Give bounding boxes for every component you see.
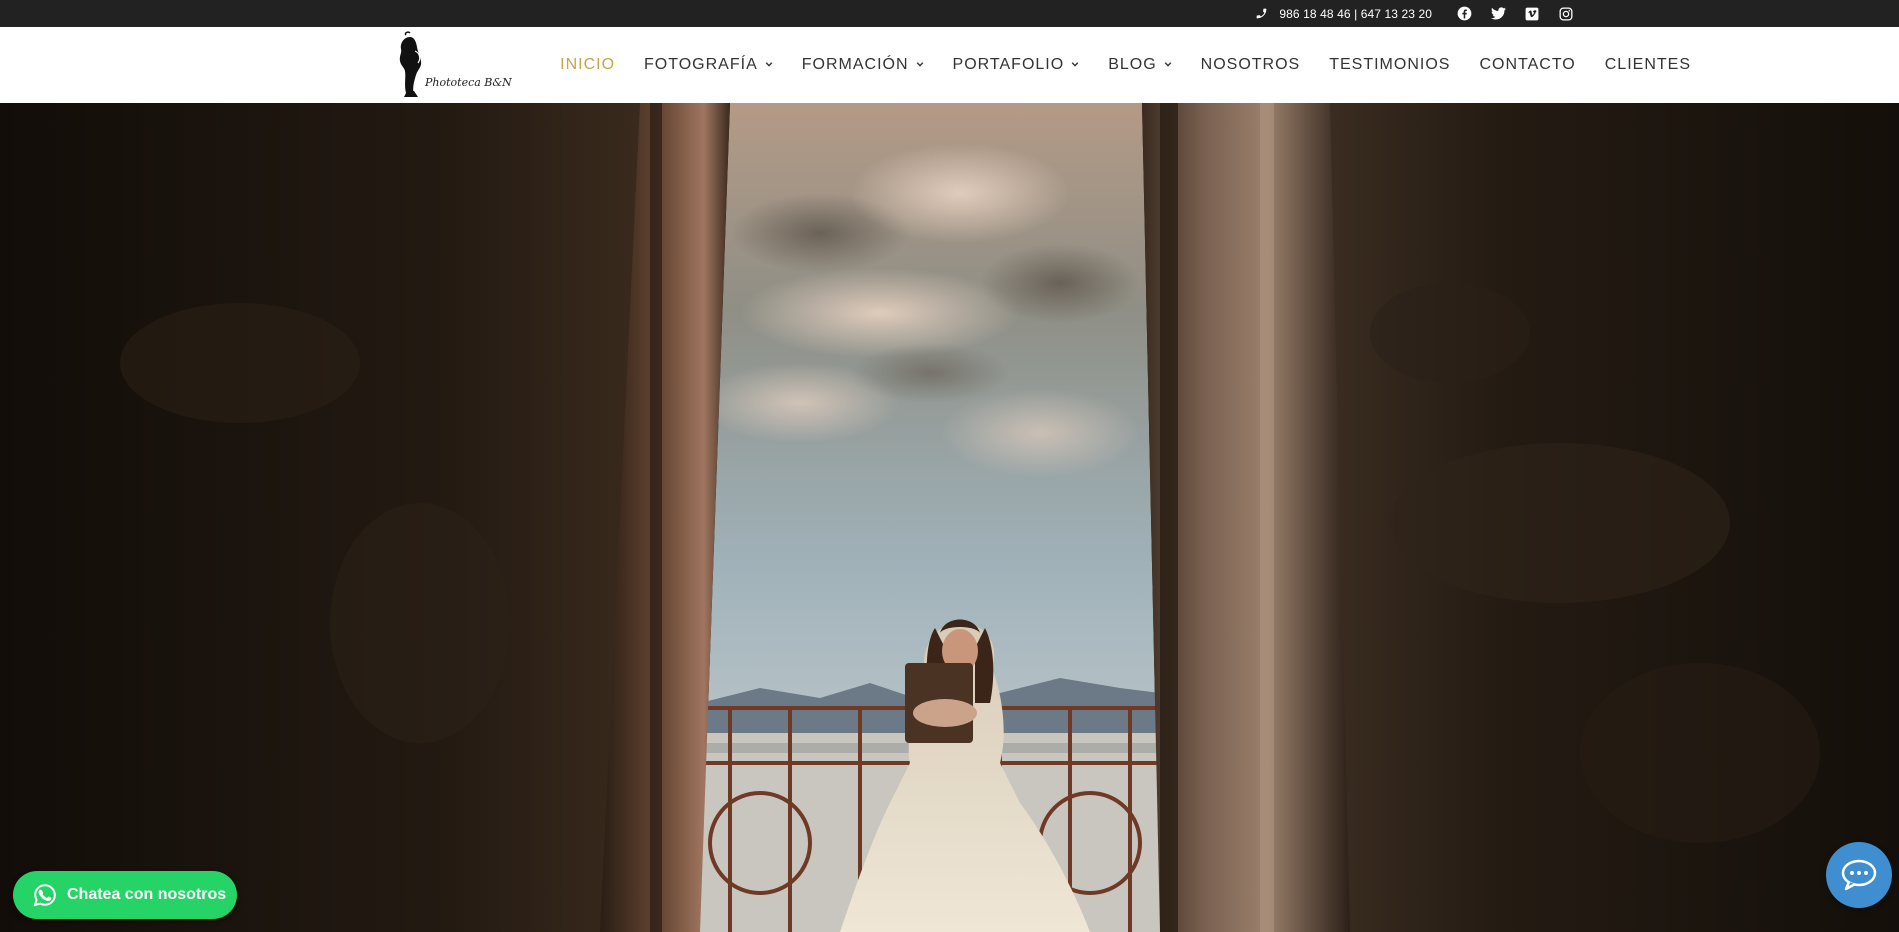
nav-item-testimonios[interactable]: TESTIMONIOS [1329,56,1450,74]
nav-item-nosotros[interactable]: NOSOTROS [1201,56,1301,74]
chevron-down-icon [916,62,923,67]
nav-label: PORTAFOLIO [952,56,1065,73]
facebook-icon[interactable] [1456,6,1472,22]
phone-icon [1253,6,1269,22]
nav-item-contacto[interactable]: CONTACTO [1479,56,1575,74]
nav-label: CLIENTES [1604,56,1691,73]
chevron-down-icon [1071,62,1079,67]
chevron-down-icon [1164,62,1171,67]
hero-photo [0,103,1899,932]
phone-numbers[interactable]: 986 18 48 46 | 647 13 23 20 [1279,7,1432,21]
hero-image [0,103,1899,932]
main-nav: INICIO FOTOGRAFÍA FORMACIÓN PORTAFOLIO B… [531,27,1691,103]
site-logo[interactable]: Phototeca B&N [390,31,512,99]
nav-label: CONTACTO [1479,56,1576,73]
instagram-icon[interactable] [1558,6,1574,22]
site-header: Phototeca B&N INICIO FOTOGRAFÍA FORMACIÓ… [0,27,1899,103]
whatsapp-icon [33,884,56,907]
nav-label: BLOG [1108,56,1157,73]
nav-item-formacion[interactable]: FORMACIÓN [802,56,924,74]
twitter-icon[interactable] [1490,6,1506,22]
nav-label: NOSOTROS [1200,56,1301,73]
nav-item-inicio[interactable]: INICIO [560,56,615,74]
logo-text: Phototeca B&N [425,76,512,89]
nav-label: TESTIMONIOS [1329,56,1451,73]
whatsapp-chat-button[interactable]: Chatea con nosotros [13,871,237,919]
top-bar: 986 18 48 46 | 647 13 23 20 [0,0,1899,27]
topbar-contact: 986 18 48 46 | 647 13 23 20 [1253,0,1574,27]
nav-label: FOTOGRAFÍA [644,56,758,73]
nav-item-portafolio[interactable]: PORTAFOLIO [953,56,1080,74]
vimeo-icon[interactable] [1524,6,1540,22]
logo-figure-icon [399,31,422,97]
nav-item-clientes[interactable]: CLIENTES [1605,56,1691,74]
nav-label: FORMACIÓN [801,56,909,73]
chevron-down-icon [765,62,773,67]
nav-label: INICIO [560,56,616,73]
nav-item-fotografia[interactable]: FOTOGRAFÍA [644,56,773,74]
chat-bubble-icon [1841,859,1877,891]
whatsapp-label: Chatea con nosotros [67,886,227,903]
live-chat-button[interactable] [1826,842,1892,908]
nav-item-blog[interactable]: BLOG [1108,56,1171,74]
